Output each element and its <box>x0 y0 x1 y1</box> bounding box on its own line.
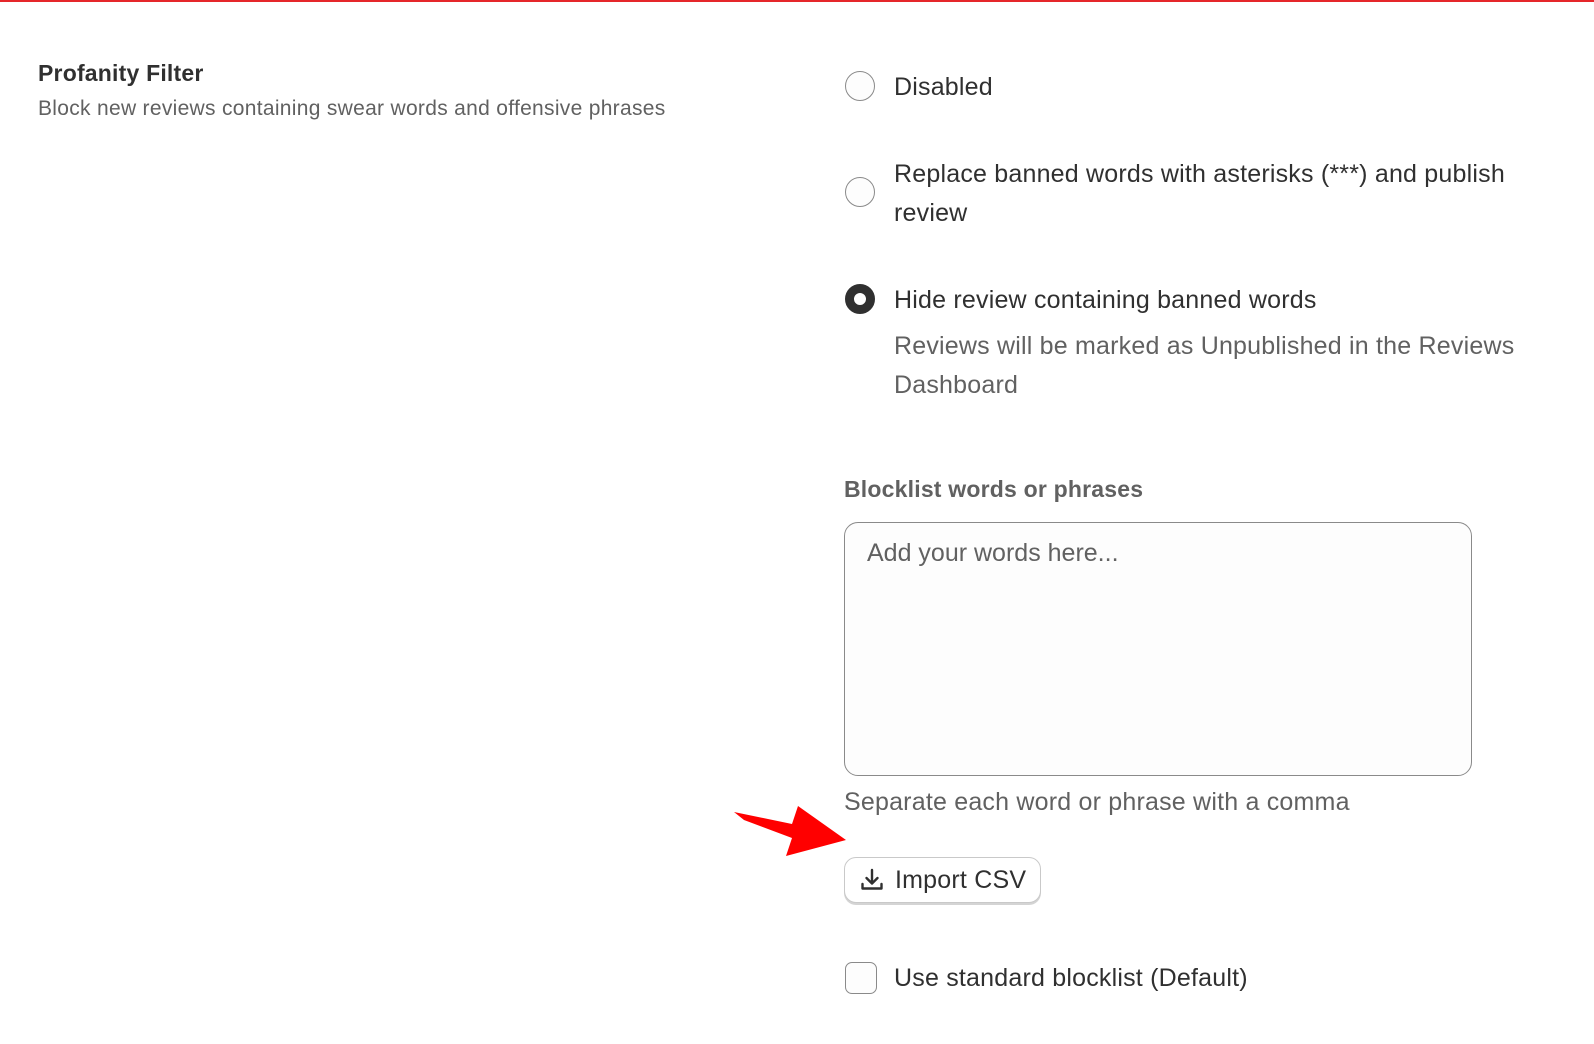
radio-disabled[interactable] <box>845 71 875 101</box>
section-title: Profanity Filter <box>38 60 204 86</box>
standard-blocklist-label[interactable]: Use standard blocklist (Default) <box>894 959 1248 998</box>
radio-hide-review[interactable] <box>845 284 875 314</box>
blocklist-textarea[interactable] <box>844 522 1472 776</box>
radio-replace-asterisks[interactable] <box>845 177 875 207</box>
import-csv-button[interactable]: Import CSV <box>844 857 1041 903</box>
radio-label-replace-asterisks[interactable]: Replace banned words with asterisks (***… <box>894 155 1574 233</box>
radio-help-hide-review: Reviews will be marked as Unpublished in… <box>894 332 1515 399</box>
standard-blocklist-checkbox[interactable] <box>845 962 877 994</box>
blocklist-help-text: Separate each word or phrase with a comm… <box>844 788 1350 816</box>
download-icon <box>861 868 883 890</box>
import-csv-label: Import CSV <box>895 865 1027 894</box>
blocklist-label: Blocklist words or phrases <box>844 476 1144 502</box>
radio-label-hide-review[interactable]: Hide review containing banned words <box>894 281 1317 320</box>
top-accent-line <box>0 0 1594 2</box>
annotation-arrow-icon <box>734 806 846 856</box>
section-description: Block new reviews containing swear words… <box>38 97 666 120</box>
radio-label-disabled[interactable]: Disabled <box>894 68 993 107</box>
